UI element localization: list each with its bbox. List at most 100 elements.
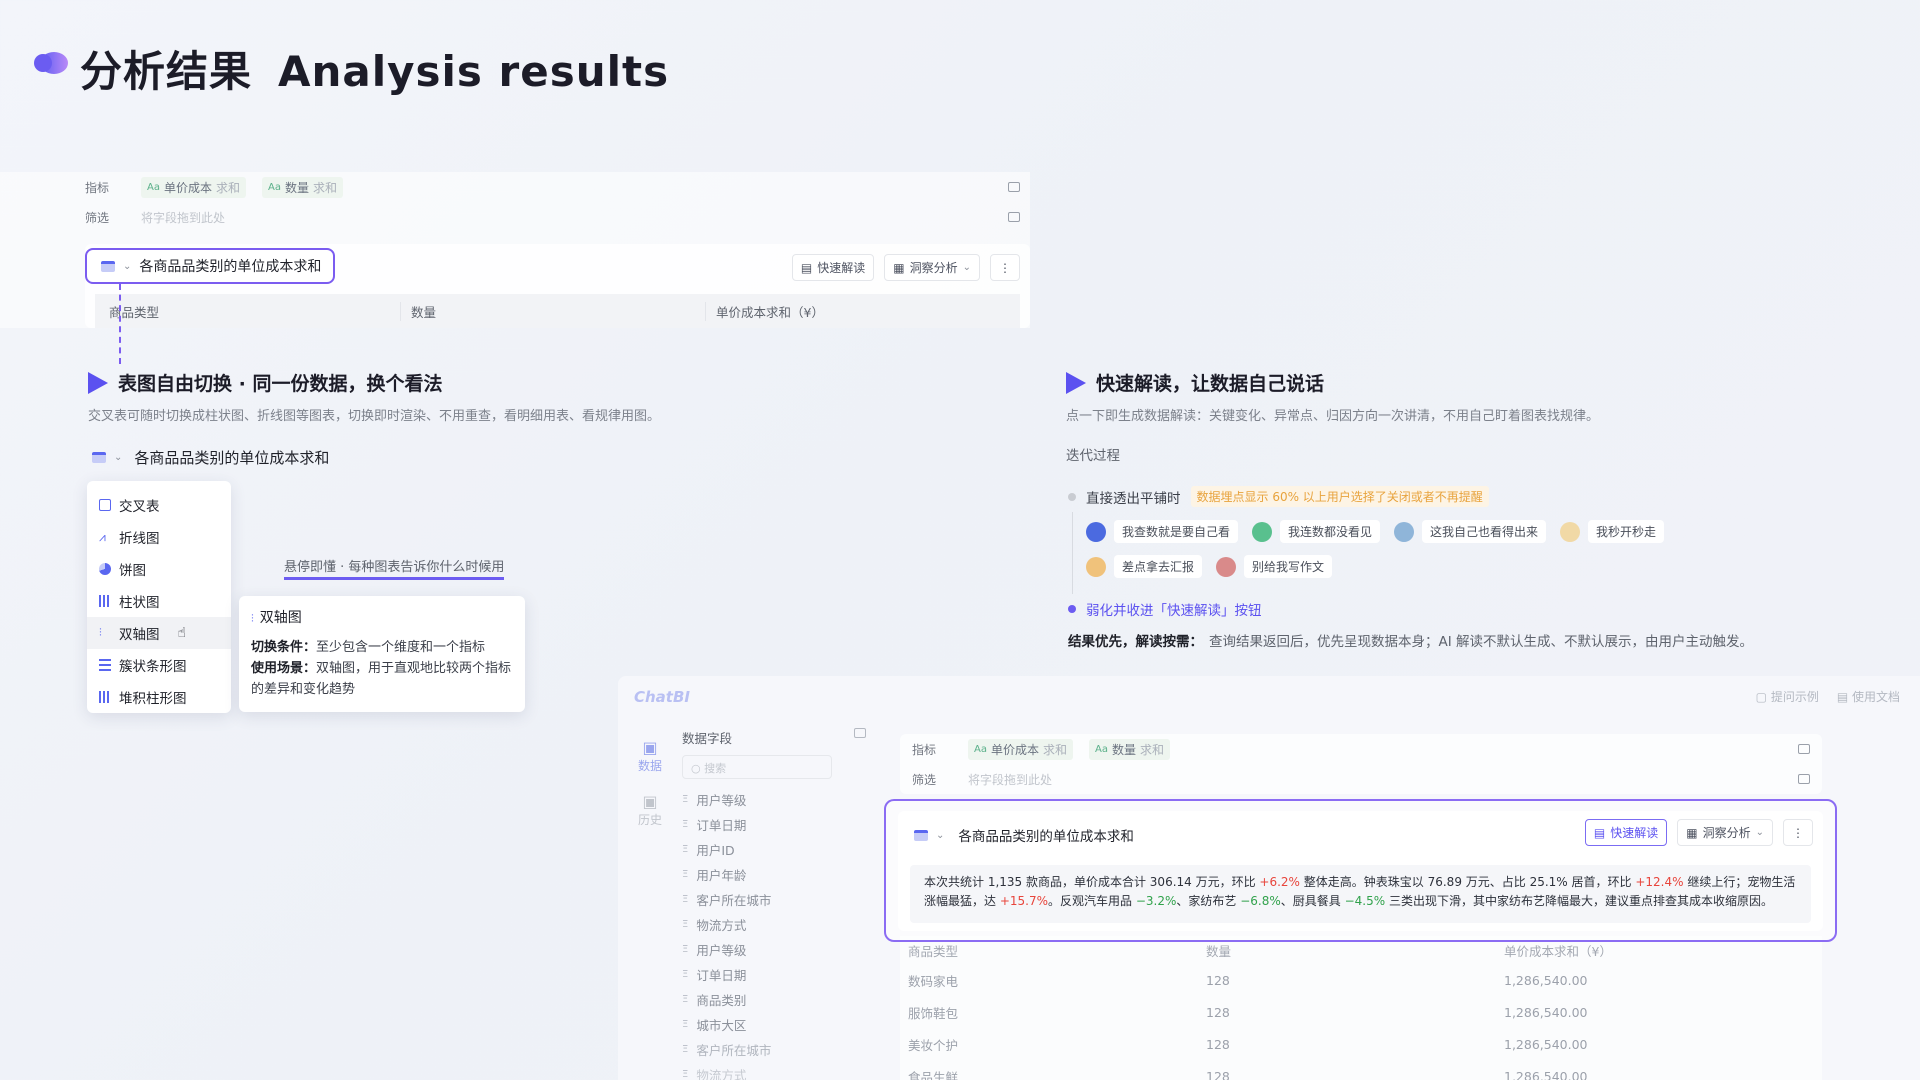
field-icon: Ξ bbox=[682, 969, 689, 980]
timeline-line bbox=[1072, 512, 1073, 594]
clear-icon[interactable] bbox=[1008, 212, 1020, 222]
nav-history[interactable]: ▣ 历史 bbox=[630, 792, 670, 828]
metric-row: 指标 Aa 单价成本 求和 Aa 数量 求和 bbox=[85, 172, 1030, 202]
field-item[interactable]: Ξ 用户ID bbox=[682, 837, 832, 862]
quick-read-inner: ⌄ 各商品品类别的单位成本求和 ▤ 快速解读 ▦ 洞察分析 ⌄ ⋮ 本次共统计 1,1… bbox=[898, 811, 1823, 931]
field-item[interactable]: Ξ 订单日期 bbox=[682, 962, 832, 987]
field-item[interactable]: Ξ 客户所在城市 bbox=[682, 887, 832, 912]
left-section-subtitle: 交叉表可随时切换成柱状图、折线图等图表，切换即时渲染、不用重查，看明细用表、看规… bbox=[88, 409, 661, 424]
field-item[interactable]: Ξ 商品类别 bbox=[682, 987, 832, 1012]
line-chart-icon: ⩘ bbox=[99, 530, 106, 544]
more-button[interactable]: ⋮ bbox=[1783, 819, 1813, 846]
quick-read-card: ⌄ 各商品品类别的单位成本求和 ▤ 快速解读 ▦ 洞察分析 ⌄ ⋮ 本次共统计 1,1… bbox=[884, 799, 1837, 942]
menu-item-bar[interactable]: 柱状图 bbox=[87, 585, 231, 617]
metric-chip[interactable]: Aa 单价成本 求和 bbox=[968, 738, 1073, 760]
clear-icon[interactable] bbox=[1798, 744, 1810, 754]
conclusion: 结果优先，解读按需： 查询结果返回后，优先呈现数据本身；AI 解读不默认生成、不默… bbox=[1068, 634, 1754, 650]
more-button[interactable]: ⋮ bbox=[990, 254, 1020, 281]
title-bullet-icon bbox=[34, 52, 68, 74]
avatar bbox=[1394, 521, 1415, 542]
field-item[interactable]: Ξ 城市大区 bbox=[682, 1012, 832, 1037]
examples-link[interactable]: ▢ 提问示例 bbox=[1756, 688, 1819, 705]
menu-item-clustered-bar[interactable]: 簇状条形图 bbox=[87, 649, 231, 681]
field-icon: Ξ bbox=[682, 994, 689, 1005]
table-icon bbox=[99, 499, 111, 511]
chart-switch-selector[interactable]: ⌄ 各商品品类别的单位成本求和 bbox=[92, 447, 329, 468]
field-item[interactable]: Ξ 物流方式 bbox=[682, 1062, 832, 1080]
field-icon: Ξ bbox=[682, 819, 689, 830]
menu-item-line[interactable]: ⩘ 折线图 bbox=[87, 521, 231, 553]
top-config-rows: 指标 Aa 单价成本 求和 Aa 数量 求和 筛选 将字段拖到此处 bbox=[85, 172, 1030, 232]
menu-item-cross-table[interactable]: 交叉表 bbox=[87, 489, 231, 521]
table-row: 服饰鞋包 128 1,286,540.00 bbox=[908, 1004, 1588, 1021]
field-search-input[interactable]: ○ 搜索 bbox=[682, 755, 832, 779]
filter-dropzone[interactable]: 将字段拖到此处 bbox=[968, 771, 1052, 788]
data-table: 商品类型 数量 单价成本求和（¥） 数码家电 128 1,286,540.00 服饰… bbox=[900, 936, 1822, 1080]
insight-button[interactable]: ▦ 洞察分析 ⌄ bbox=[1677, 819, 1773, 846]
field-item[interactable]: Ξ 用户年龄 bbox=[682, 862, 832, 887]
metric-chip[interactable]: Aa 单价成本 求和 bbox=[141, 176, 246, 198]
field-item[interactable]: Ξ 用户等级 bbox=[682, 937, 832, 962]
book-icon: ▤ bbox=[1593, 825, 1606, 840]
query-config: 指标 Aa 单价成本 求和 Aa 数量 求和 筛选 将字段拖到此处 bbox=[900, 734, 1822, 794]
filter-dropzone[interactable]: 将字段拖到此处 bbox=[141, 209, 225, 226]
chatbi-logo: ChatBI bbox=[634, 688, 690, 706]
menu-item-dual-axis[interactable]: ⫶ 双轴图 ☝ bbox=[87, 617, 231, 649]
metric-label: 指标 bbox=[85, 180, 110, 195]
menu-item-pie[interactable]: 饼图 bbox=[87, 553, 231, 585]
dual-axis-icon: ⫶ bbox=[251, 612, 254, 625]
field-item[interactable]: Ξ 客户所在城市 bbox=[682, 1037, 832, 1062]
search-icon: ○ bbox=[691, 762, 705, 775]
field-icon: Ξ bbox=[682, 1069, 689, 1080]
field-item[interactable]: Ξ 物流方式 bbox=[682, 912, 832, 937]
filter-row: 筛选 将字段拖到此处 bbox=[912, 764, 1810, 794]
pie-chart-icon bbox=[99, 563, 111, 575]
docs-link[interactable]: ▤ 使用文档 bbox=[1837, 688, 1900, 705]
right-section-subtitle: 点一下即生成数据解读：关键变化、异常点、归因方向一次讲清，不用自己盯着图表找规律… bbox=[1066, 409, 1600, 424]
collapse-panel-icon[interactable] bbox=[854, 728, 866, 738]
avatar bbox=[1086, 556, 1106, 577]
chart-type-tooltip: ⫶ 双轴图 切换条件：至少包含一个维度和一个指标 使用场景：双轴图，用于直观地比较… bbox=[239, 596, 525, 712]
feedback-bubble: 这我自己也看得出来 bbox=[1394, 520, 1547, 543]
clear-icon[interactable] bbox=[1798, 774, 1810, 784]
database-icon: ▣ bbox=[642, 738, 658, 757]
arrow-icon bbox=[88, 371, 108, 394]
table-row: 数码家电 128 1,286,540.00 bbox=[908, 972, 1588, 989]
menu-item-stacked-column[interactable]: 堆积柱形图 bbox=[87, 681, 231, 713]
quick-read-button[interactable]: ▤ 快速解读 bbox=[1584, 819, 1668, 846]
table-icon bbox=[101, 260, 115, 272]
avatar bbox=[1216, 556, 1237, 577]
quick-read-button[interactable]: ▤ 快速解读 bbox=[791, 254, 875, 281]
field-item[interactable]: Ξ 用户等级 bbox=[682, 787, 832, 812]
column-header: 商品类型 bbox=[908, 943, 959, 959]
fields-panel: 数据字段 ○ 搜索 Ξ 用户等级 Ξ 订单日期 Ξ 用户ID Ξ 用户年龄 Ξ 客户所在城… bbox=[682, 728, 832, 1080]
arrow-icon bbox=[1066, 371, 1086, 394]
chevron-down-icon: ⌄ bbox=[114, 452, 123, 463]
feedback-row-1: 我查数就是要自己看 我连数都没看见 这我自己也看得出来 我秒开秒走 bbox=[1086, 520, 1678, 543]
metric-chip[interactable]: Aa 数量 求和 bbox=[1089, 738, 1170, 760]
avatar bbox=[1086, 521, 1106, 542]
table-row: 食品生鲜 128 1,286,540.00 bbox=[908, 1068, 1588, 1080]
dual-axis-icon: ⫶ bbox=[99, 626, 102, 639]
hover-hint: 悬停即懂 · 每种图表告诉你什么时候用 bbox=[284, 556, 505, 580]
ai-summary: 本次共统计 1,135 款商品，单价成本合计 306.14 万元，环比 +6.2… bbox=[910, 865, 1811, 923]
clear-icon[interactable] bbox=[1008, 182, 1020, 192]
top-chart-card: ⌄ 各商品品类别的单位成本求和 ▤ 快速解读 ▦ 洞察分析 ⌄ ⋮ 商品类型 数量 单… bbox=[85, 244, 1030, 328]
right-section-heading: 快速解读，让数据自己说话 bbox=[1066, 369, 1324, 396]
field-icon: Ξ bbox=[682, 894, 689, 905]
column-header: 单价成本求和（¥） bbox=[705, 301, 824, 321]
nav-data[interactable]: ▣ 数据 bbox=[630, 738, 670, 774]
chart-type-menu: 交叉表 ⩘ 折线图 饼图 柱状图 ⫶ 双轴图 ☝ 簇状条形图 堆积柱形图 bbox=[87, 481, 231, 713]
chart-type-selector[interactable]: ⌄ 各商品品类别的单位成本求和 bbox=[85, 248, 335, 284]
clustered-bar-icon bbox=[99, 659, 111, 671]
insight-button[interactable]: ▦ 洞察分析 ⌄ bbox=[884, 254, 980, 281]
step-dot bbox=[1068, 605, 1076, 613]
column-header: 商品类型 bbox=[109, 304, 160, 320]
card-chart-selector[interactable]: ⌄ 各商品品类别的单位成本求和 bbox=[914, 825, 1134, 845]
feedback-bubble: 我查数就是要自己看 bbox=[1086, 520, 1239, 543]
field-item[interactable]: Ξ 订单日期 bbox=[682, 812, 832, 837]
filter-row: 筛选 将字段拖到此处 bbox=[85, 202, 1030, 232]
field-icon: Ξ bbox=[682, 1019, 689, 1030]
metric-chip[interactable]: Aa 数量 求和 bbox=[262, 176, 343, 198]
connector-line bbox=[119, 284, 121, 364]
